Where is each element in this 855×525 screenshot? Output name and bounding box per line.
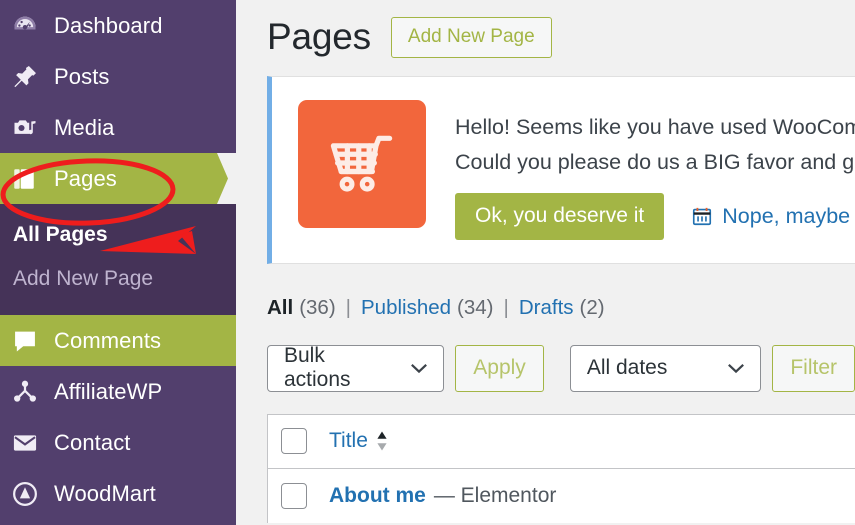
woocommerce-cart-icon (298, 100, 426, 228)
notice-maybe-later-label: Nope, maybe later (722, 203, 855, 228)
table-row: About me — Elementor (268, 469, 855, 523)
select-all-checkbox-cell[interactable] (281, 428, 329, 455)
sidebar-item-label: WoodMart (54, 480, 156, 506)
submenu-item-add-new-page[interactable]: Add New Page (0, 257, 236, 301)
sidebar-item-label: Contact (54, 429, 131, 455)
filter-link-all[interactable]: All (36) (267, 296, 336, 320)
row-title-suffix: — Elementor (433, 483, 557, 507)
sidebar-item-comments[interactable]: Comments (0, 315, 236, 366)
sidebar-item-contact[interactable]: Contact (0, 417, 236, 468)
chevron-down-icon (727, 362, 745, 374)
filter-link-published[interactable]: Published (34) (361, 296, 494, 320)
sort-arrows-icon[interactable] (375, 430, 389, 452)
submenu-item-label: Add New Page (13, 267, 154, 290)
current-menu-arrow-icon (217, 153, 236, 204)
filter-link-drafts[interactable]: Drafts (2) (519, 296, 605, 320)
filter-link-count: (2) (579, 295, 605, 319)
all-dates-select[interactable]: All dates (569, 344, 762, 392)
page-title: Pages (267, 16, 371, 57)
bulk-actions-toolbar: Bulk actions Apply All dates Filter (267, 344, 855, 392)
bulk-actions-select[interactable]: Bulk actions (267, 344, 445, 392)
sidebar-item-label: Pages (54, 165, 117, 191)
add-new-page-button[interactable]: Add New Page (390, 16, 552, 58)
row-title-link[interactable]: About me (329, 484, 426, 508)
sidebar-item-affiliatewp[interactable]: AffiliateWP (0, 366, 236, 417)
select-all-checkbox[interactable] (281, 428, 307, 455)
table-header-row: Title (268, 415, 855, 469)
affiliate-network-icon (11, 377, 51, 407)
filter-link-label: Drafts (518, 295, 574, 319)
notice-body: Hello! Seems like you have used WooComme… (426, 100, 855, 240)
woocommerce-review-notice: Hello! Seems like you have used WooComme… (267, 76, 855, 264)
status-filter-links: All (36) | Published (34) | Drafts (2) (267, 296, 855, 320)
notice-actions: Ok, you deserve it Nope, maybe later (455, 192, 855, 240)
calendar-icon (691, 205, 713, 227)
all-dates-value: All dates (586, 356, 668, 380)
sidebar-item-label: Comments (54, 327, 162, 353)
filter-link-label: Published (361, 295, 452, 319)
filter-link-count: (36) (299, 295, 336, 319)
bulk-actions-value: Bulk actions (284, 344, 351, 392)
sidebar-item-woodmart[interactable]: WoodMart (0, 468, 236, 519)
chevron-down-icon (410, 362, 428, 374)
submenu-item-all-pages[interactable]: All Pages (0, 213, 236, 257)
filter-link-count: (34) (457, 295, 494, 319)
main-content: Pages Add New Page Hello! Seems like you… (236, 0, 855, 525)
pushpin-icon (11, 62, 51, 92)
woodmart-circle-arrow-icon (11, 479, 51, 509)
filter-separator: | (345, 295, 351, 319)
notice-accept-button[interactable]: Ok, you deserve it (455, 192, 665, 240)
sidebar-item-posts[interactable]: Posts (0, 51, 236, 102)
pages-submenu: All Pages Add New Page (0, 204, 236, 315)
admin-sidebar: Dashboard Posts Media Pages All Pages Ad… (0, 0, 236, 525)
filter-button[interactable]: Filter (772, 344, 855, 392)
column-header-label: Title (329, 429, 368, 453)
sidebar-item-label: AffiliateWP (54, 378, 163, 404)
sidebar-item-label: Media (54, 114, 115, 140)
submenu-item-label: All Pages (13, 223, 108, 246)
sidebar-item-dashboard[interactable]: Dashboard (0, 0, 236, 51)
row-checkbox-cell[interactable] (281, 482, 329, 509)
notice-maybe-later-link[interactable]: Nope, maybe later (691, 204, 855, 229)
filter-link-label: All (267, 295, 294, 319)
notice-line-1: Hello! Seems like you have used WooComme… (455, 115, 855, 139)
sidebar-item-label: Posts (54, 63, 110, 89)
sidebar-item-media[interactable]: Media (0, 102, 236, 153)
dashboard-gauge-icon (11, 11, 51, 41)
sidebar-item-label: Dashboard (54, 12, 163, 38)
sidebar-item-pages[interactable]: Pages (0, 153, 236, 204)
wordpress-admin-screen: Dashboard Posts Media Pages All Pages Ad… (0, 0, 855, 525)
page-header: Pages Add New Page (267, 0, 855, 66)
column-header-title[interactable]: Title (329, 429, 389, 453)
comment-bubble-icon (11, 326, 51, 356)
pages-list-table: Title About me — Elementor (267, 413, 855, 523)
row-checkbox[interactable] (281, 482, 307, 509)
notice-line-2: Could you please do us a BIG favor and g… (455, 149, 855, 174)
filter-separator: | (503, 295, 509, 319)
envelope-icon (11, 428, 51, 458)
pages-document-icon (11, 164, 51, 194)
media-camera-music-icon (11, 113, 51, 143)
apply-button[interactable]: Apply (455, 344, 544, 392)
